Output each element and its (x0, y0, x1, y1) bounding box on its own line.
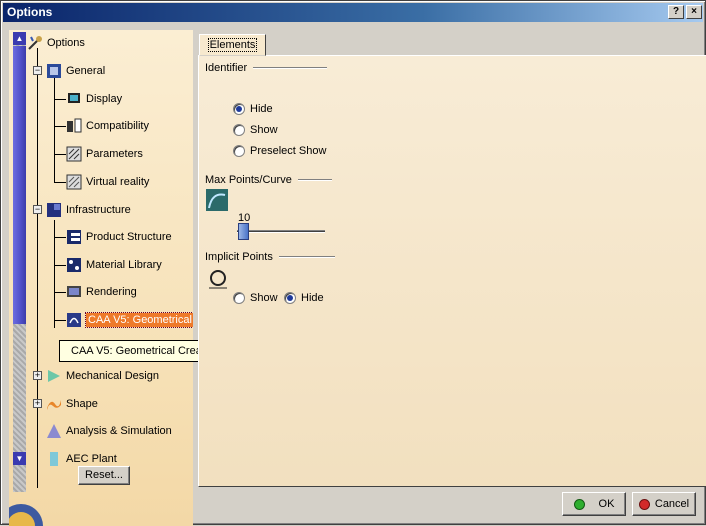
tree-line (54, 99, 66, 100)
implicit-point-icon (209, 270, 227, 289)
general-icon (47, 64, 61, 78)
compass-logo-icon (9, 504, 43, 526)
options-icon (28, 36, 42, 50)
cancel-button[interactable]: Cancel (632, 492, 696, 516)
identifier-hide-option[interactable]: Hide (233, 103, 273, 115)
tree-node-material-library[interactable]: Material Library (66, 255, 162, 275)
tree-node-general[interactable]: General (46, 61, 105, 81)
tree-node-infrastructure[interactable]: Infrastructure (46, 200, 131, 220)
ok-icon (573, 498, 585, 510)
ok-button[interactable]: OK (562, 492, 626, 516)
group-divider (297, 179, 332, 181)
compatibility-icon (67, 118, 82, 133)
expand-general-icon[interactable]: − (33, 66, 42, 75)
reset-button[interactable]: Reset... (78, 466, 130, 485)
tree-line (54, 292, 66, 293)
scroll-thumb[interactable] (13, 46, 26, 324)
tree-line (54, 265, 66, 266)
tree-node-mechanical-design[interactable]: Mechanical Design (46, 366, 159, 386)
tree-line (54, 237, 66, 238)
material-library-icon (67, 258, 81, 272)
caa-geometry-icon (67, 313, 81, 327)
help-button[interactable]: ? (668, 5, 684, 19)
rendering-icon (67, 286, 81, 297)
tree-node-compatibility[interactable]: Compatibility (66, 116, 149, 136)
options-dialog: Options ? × ▲ ▼ − − + + Options General … (0, 0, 706, 526)
product-structure-icon (67, 230, 81, 244)
infrastructure-icon (47, 203, 61, 217)
identifier-preselect-show-option[interactable]: Preselect Show (233, 145, 326, 157)
tree-node-virtual-reality[interactable]: Virtual reality (66, 172, 149, 192)
virtual-reality-icon (66, 174, 82, 190)
radio-button[interactable] (233, 145, 245, 157)
radio-button[interactable] (233, 124, 245, 136)
analysis-simulation-icon (47, 424, 61, 438)
curve-icon (206, 189, 228, 211)
scroll-up-arrow-icon[interactable]: ▲ (13, 32, 26, 45)
display-icon (68, 93, 80, 103)
tree-node-display[interactable]: Display (66, 89, 122, 109)
max-points-group-title: Max Points/Curve (205, 174, 332, 186)
elements-panel (198, 55, 706, 487)
close-button[interactable]: × (686, 5, 702, 19)
group-divider (253, 67, 328, 69)
tree-node-analysis-simulation[interactable]: Analysis & Simulation (46, 421, 172, 441)
tree-line (37, 48, 38, 488)
tree-node-caa-geometrical-creation[interactable]: CAA V5: Geometrical Cr (66, 310, 193, 330)
group-divider (278, 256, 335, 258)
tab-elements[interactable]: Elements (199, 34, 266, 56)
tree-line (54, 74, 55, 182)
expand-infrastructure-icon[interactable]: − (33, 205, 42, 214)
title-bar: Options (3, 3, 703, 22)
tree-node-options[interactable]: Options (27, 33, 85, 53)
tree-line (54, 154, 66, 155)
tree-line (54, 320, 66, 321)
tree-node-product-structure[interactable]: Product Structure (66, 227, 172, 247)
identifier-show-option[interactable]: Show (233, 124, 278, 136)
implicit-points-group-title: Implicit Points (205, 251, 335, 263)
expand-shape-icon[interactable]: + (33, 399, 42, 408)
implicit-hide-option[interactable]: Hide (284, 292, 324, 304)
tree-scrollbar[interactable]: ▲ ▼ (13, 32, 26, 492)
mechanical-design-icon (48, 370, 60, 382)
implicit-show-option[interactable]: Show (233, 292, 278, 304)
tree-node-shape[interactable]: Shape (46, 394, 98, 414)
expand-mechanical-design-icon[interactable]: + (33, 371, 42, 380)
window-title: Options (7, 5, 53, 19)
shape-icon (47, 400, 61, 410)
tree-node-parameters[interactable]: Parameters (66, 144, 143, 164)
tree-line (54, 182, 66, 183)
options-tree: ▲ ▼ − − + + Options General Display Comp… (9, 30, 193, 526)
tree-node-rendering[interactable]: Rendering (66, 282, 137, 302)
identifier-group-title: Identifier (205, 62, 328, 74)
aec-plant-icon (50, 452, 58, 466)
max-points-slider-track[interactable] (237, 230, 325, 233)
cancel-icon (638, 498, 650, 510)
tree-line (54, 126, 66, 127)
radio-button[interactable] (233, 292, 245, 304)
max-points-slider-thumb[interactable] (238, 223, 249, 240)
parameters-icon (66, 146, 82, 162)
radio-button[interactable] (233, 103, 245, 115)
scroll-down-arrow-icon[interactable]: ▼ (13, 452, 26, 465)
radio-button[interactable] (284, 292, 296, 304)
